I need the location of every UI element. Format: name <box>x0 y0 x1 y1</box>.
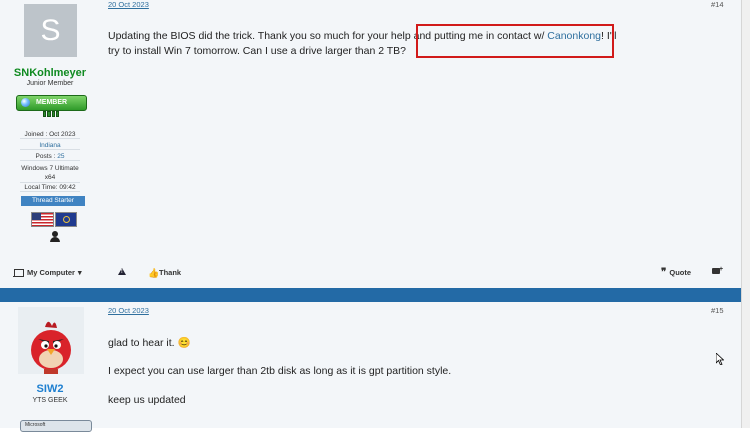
post-14: S SNKohlmeyer Junior Member MEMBER Joine… <box>0 0 742 288</box>
chevron-down-icon: ▾ <box>77 268 82 277</box>
post-date[interactable]: 20 Oct 2023 <box>108 306 149 315</box>
post-footer: My Computer ▾ 👍 Thank ❞ Quote <box>0 262 742 284</box>
my-computer-button[interactable]: My Computer ▾ <box>13 268 82 277</box>
thread-starter-badge: Thread Starter <box>21 196 85 206</box>
post-date[interactable]: 20 Oct 2023 <box>108 0 149 9</box>
multi-quote-icon <box>712 266 723 274</box>
smile-emoji-icon: 😊 <box>177 337 191 349</box>
member-badge: MEMBER <box>16 95 87 111</box>
joined-date: Joined : Oct 2023 <box>20 131 80 139</box>
thank-button[interactable]: 👍 Thank <box>148 268 181 277</box>
username[interactable]: SIW2 <box>0 383 100 395</box>
warning-icon <box>118 268 126 275</box>
mouse-cursor-icon <box>716 353 724 365</box>
user-title: YTS GEEK <box>32 397 68 404</box>
post-divider <box>0 288 742 302</box>
windows-orb-icon <box>21 98 30 107</box>
report-button[interactable] <box>118 268 126 275</box>
computer-icon <box>13 268 24 277</box>
quote-button[interactable]: ❞ Quote <box>661 267 692 278</box>
avatar[interactable]: S <box>24 4 77 57</box>
thumbs-up-icon: 👍 <box>148 267 160 278</box>
post-number[interactable]: #14 <box>711 0 724 9</box>
post-15: SIW2 YTS GEEK Microsoft 20 Oct 2023 #15 … <box>0 302 742 432</box>
post-number[interactable]: #15 <box>711 306 724 315</box>
reputation-bar <box>43 111 59 117</box>
angry-bird-avatar-icon <box>18 307 84 374</box>
user-sidebar: S SNKohlmeyer Junior Member MEMBER Joine… <box>0 0 100 258</box>
user-profile-icon[interactable] <box>50 231 60 243</box>
post-count: Posts : 25 <box>20 153 80 161</box>
forum-thread: S SNKohlmeyer Junior Member MEMBER Joine… <box>0 0 742 432</box>
thank-label: Thank <box>159 268 182 277</box>
username[interactable]: SNKohlmeyer <box>0 67 100 79</box>
location[interactable]: Indiana <box>20 142 80 150</box>
member-badge-label: MEMBER <box>35 99 68 106</box>
posts-label: Posts : <box>35 153 58 160</box>
avatar[interactable] <box>18 307 84 374</box>
red-highlight-box <box>416 24 614 58</box>
multi-quote-button[interactable] <box>712 266 723 274</box>
user-title: Junior Member <box>26 80 74 87</box>
message-line-2: I expect you can use larger than 2tb dis… <box>108 365 452 377</box>
my-computer-label: My Computer <box>27 268 75 277</box>
operating-system: Windows 7 Ultimate x64 <box>20 165 80 183</box>
message-text: glad to hear it. <box>108 337 175 349</box>
message-line-3: keep us updated <box>108 394 186 406</box>
posts-count-link[interactable]: 25 <box>57 153 64 160</box>
window-edge <box>741 0 750 428</box>
microsoft-badge: Microsoft <box>20 420 92 432</box>
indiana-flag-icon <box>55 212 77 227</box>
quote-icon: ❞ <box>661 267 667 278</box>
us-flag-icon <box>31 212 54 227</box>
message-line-1: glad to hear it. 😊 <box>108 336 191 351</box>
quote-label: Quote <box>669 268 692 277</box>
local-time: Local Time: 09:42 <box>20 184 80 192</box>
